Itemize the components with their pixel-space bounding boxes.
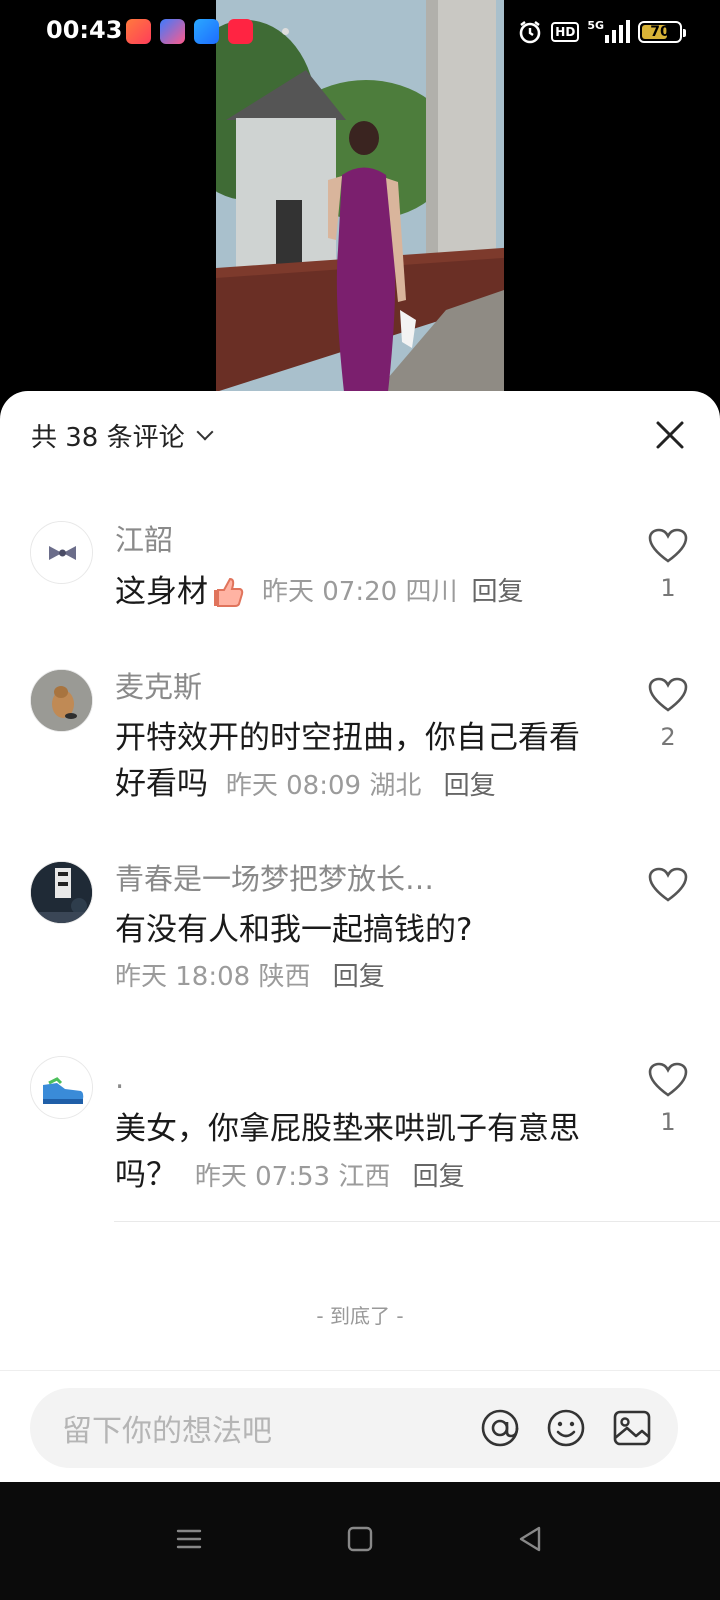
comment-author[interactable]: 江韶 <box>115 520 615 560</box>
comment-time: 昨天 18:08 <box>115 962 251 992</box>
avatar[interactable] <box>30 669 93 732</box>
notification-dot <box>282 28 289 35</box>
reply-button[interactable]: 回复 <box>471 569 523 615</box>
like-button[interactable]: 1 <box>646 528 690 602</box>
comment-count-label: 共 38 条评论 <box>31 422 185 453</box>
comment-body: . 美女，你拿屁股垫来哄凯子有意思吗？ 昨天 07:53 江西 回复 <box>115 1058 615 1200</box>
heart-icon <box>648 867 688 902</box>
heart-icon <box>648 1062 688 1097</box>
reply-button[interactable]: 回复 <box>413 1162 465 1192</box>
avatar[interactable] <box>30 1056 93 1119</box>
like-button[interactable]: 2 <box>646 677 690 751</box>
dog-avatar-icon <box>31 670 92 731</box>
comment-time: 昨天 08:09 <box>225 771 362 801</box>
chevron-down-icon <box>196 423 214 441</box>
emoji-icon[interactable] <box>546 1408 586 1448</box>
night-street-avatar-icon <box>31 862 92 923</box>
avatar[interactable] <box>30 521 93 584</box>
like-count: 2 <box>660 723 676 751</box>
heart-icon <box>648 677 688 712</box>
comment-input-placeholder: 留下你的想法吧 <box>62 1414 272 1449</box>
sneaker-avatar-icon <box>31 1057 92 1118</box>
status-bar: 00:43 HD 5G 70 <box>0 0 720 64</box>
like-count: 1 <box>660 574 676 602</box>
comment-location: 四川 <box>405 577 458 607</box>
image-icon[interactable] <box>612 1408 652 1448</box>
system-nav-bar <box>0 1482 720 1600</box>
home-icon[interactable] <box>343 1522 377 1556</box>
comment-location: 陕西 <box>258 962 311 992</box>
comment-body: 麦克斯 开特效开的时空扭曲，你自己看看好看吗 昨天 08:09 湖北 回复 <box>115 667 615 809</box>
comment-time: 昨天 07:20 <box>262 577 398 607</box>
screen: 00:43 HD 5G 70 共 38 条评论 江韶 这身材 昨天 07:20 … <box>0 0 720 1600</box>
back-icon[interactable] <box>513 1522 547 1556</box>
sheet-header: 共 38 条评论 <box>0 391 720 481</box>
like-count: 1 <box>660 1108 676 1136</box>
comment-body: 青春是一场梦把梦放长… 有没有人和我一起搞钱的? 昨天 18:08 陕西 回复 <box>115 859 615 1000</box>
comment-meta: 昨天 18:08 陕西 <box>115 962 319 992</box>
comment-time: 昨天 07:53 <box>194 1162 331 1192</box>
comment-location: 江西 <box>338 1162 391 1192</box>
comment-author[interactable]: 麦克斯 <box>115 667 615 707</box>
comment-meta: 昨天 07:53 江西 <box>195 1162 399 1192</box>
status-indicators: HD 5G 70 <box>517 18 686 46</box>
comment-text: 有没有人和我一起搞钱的? <box>115 912 473 948</box>
like-button[interactable]: 1 <box>646 1062 690 1136</box>
alarm-icon <box>519 21 541 44</box>
comment-content: 开特效开的时空扭曲，你自己看看好看吗 昨天 08:09 湖北 回复 <box>115 715 605 809</box>
comment-meta: 昨天 07:20 四川 <box>262 569 457 615</box>
comment-meta-row: 昨天 18:08 陕西 回复 <box>115 957 615 1000</box>
signal-icon <box>605 20 630 43</box>
files-app-icon <box>194 19 219 44</box>
end-of-list-label: - 到底了 - <box>316 1304 404 1328</box>
comment-input[interactable]: 留下你的想法吧 <box>30 1388 678 1468</box>
comment-location: 湖北 <box>369 771 422 801</box>
network-type: 5G <box>587 18 604 32</box>
battery-level: 70 <box>650 24 670 40</box>
heart-icon <box>648 528 688 563</box>
comment-text: 这身材 <box>115 574 208 610</box>
comment-author[interactable]: . <box>115 1058 615 1098</box>
comment-body: 江韶 这身材 昨天 07:20 四川 回复 <box>115 520 615 615</box>
photos-app-icon <box>126 19 151 44</box>
comment-count-toggle[interactable]: 共 38 条评论 <box>31 417 214 453</box>
bow-avatar-icon <box>31 522 92 583</box>
close-icon[interactable] <box>654 419 686 451</box>
xiaohongshu-app-icon <box>228 19 253 44</box>
comment-author[interactable]: 青春是一场梦把梦放长… <box>115 859 615 899</box>
shortcut-app-icon <box>160 19 185 44</box>
menu-icon[interactable] <box>172 1522 206 1556</box>
comment-content: 这身材 昨天 07:20 四川 回复 <box>115 569 615 615</box>
reply-button[interactable]: 回复 <box>444 771 496 801</box>
status-time: 00:43 <box>46 16 123 44</box>
thumbs-up-icon <box>214 577 244 607</box>
mention-icon[interactable] <box>480 1408 520 1448</box>
hd-badge: HD <box>551 22 580 42</box>
avatar[interactable] <box>30 861 93 924</box>
divider <box>114 1221 720 1222</box>
comment-input-bar: 留下你的想法吧 <box>0 1370 720 1483</box>
reply-button[interactable]: 回复 <box>333 962 385 992</box>
comment-content: 美女，你拿屁股垫来哄凯子有意思吗？ 昨天 07:53 江西 回复 <box>115 1106 605 1200</box>
battery-tip <box>683 29 686 37</box>
like-button[interactable] <box>646 867 690 913</box>
comment-meta: 昨天 08:09 湖北 <box>226 771 430 801</box>
battery-icon: 70 <box>638 21 686 43</box>
